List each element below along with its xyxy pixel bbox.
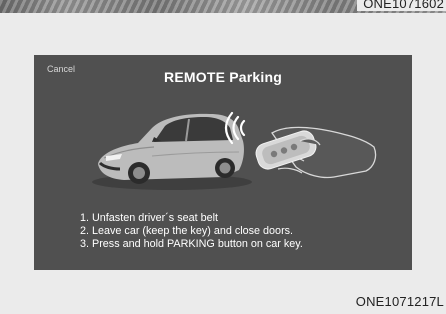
instruction-step-1: 1. Unfasten driver´s seat belt [80,212,219,224]
instruction-list: 1. Unfasten driver´s seat belt 2. Leave … [80,212,303,252]
hand-holding-key-icon [255,126,377,179]
remote-parking-screen: Cancel REMOTE Parking 1. Unfasten driver… [34,55,412,270]
instruction-step-3: 3. Press and hold PARKING button on car … [80,238,303,251]
figure-code-top: ONE1071602 [357,0,446,11]
car-illustration [92,113,252,190]
figure-code-bottom: ONE1071217L [355,294,444,309]
instruction-step-2: 2. Leave car (keep the key) and close do… [80,225,294,238]
